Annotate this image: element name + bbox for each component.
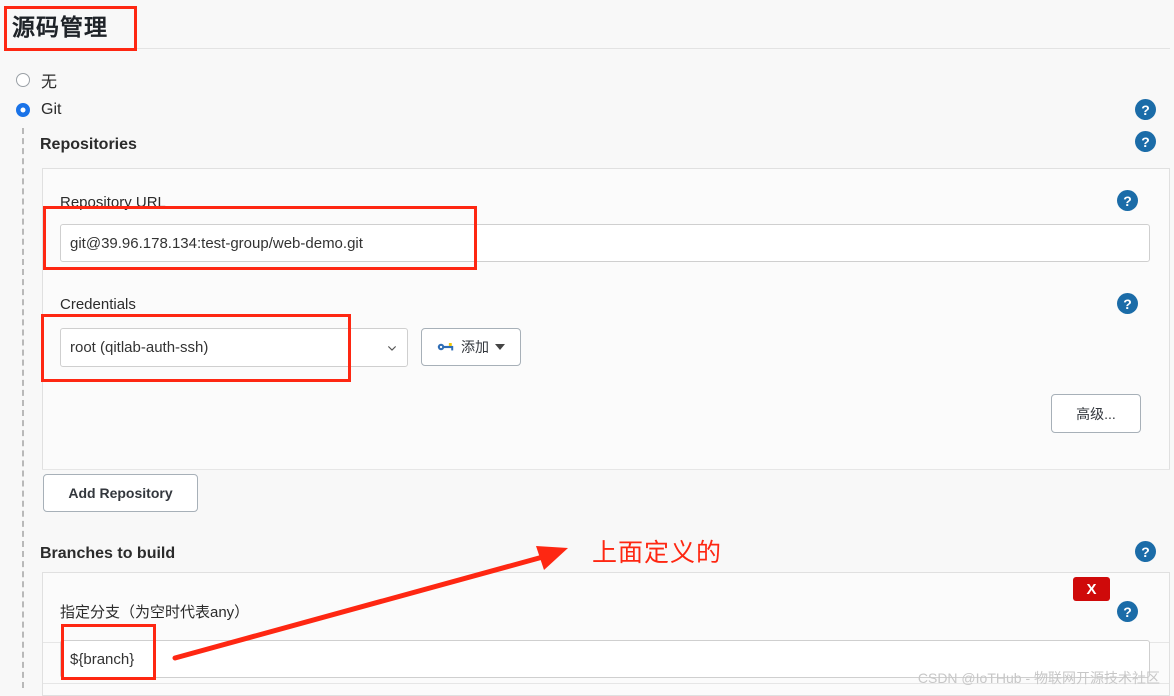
- help-icon-branches-to-build[interactable]: ?: [1135, 541, 1156, 562]
- add-repository-button[interactable]: Add Repository: [43, 474, 198, 512]
- help-icon-branch-spec[interactable]: ?: [1117, 601, 1138, 622]
- key-icon: [437, 343, 454, 351]
- watermark: CSDN @IoTHub - 物联网开源技术社区: [917, 670, 1160, 686]
- repository-panel-footer-divider: [42, 469, 1170, 470]
- help-icon-repositories[interactable]: ?: [1135, 131, 1156, 152]
- advanced-button[interactable]: 高级...: [1051, 394, 1141, 433]
- scm-option-git-label: Git: [41, 101, 62, 118]
- caret-down-icon: [495, 344, 505, 350]
- add-credentials-button[interactable]: 添加: [421, 328, 521, 366]
- scm-option-git[interactable]: Git: [16, 101, 61, 119]
- chevron-down-icon: [388, 345, 396, 351]
- branch-spec-label: 指定分支（为空时代表any）: [60, 604, 250, 621]
- scm-option-none-label: 无: [41, 74, 58, 91]
- radio-none-mark[interactable]: [16, 73, 30, 87]
- credentials-select[interactable]: root (qitlab-auth-ssh): [60, 328, 408, 367]
- scm-option-none[interactable]: 无: [16, 68, 57, 92]
- repositories-label: Repositories: [40, 136, 137, 153]
- repository-panel: [42, 168, 1170, 470]
- help-icon-repository-url[interactable]: ?: [1117, 190, 1138, 211]
- nesting-guide-line: [22, 128, 24, 688]
- credentials-label: Credentials: [60, 296, 136, 313]
- annotation-note-text: 上面定义的: [592, 539, 723, 567]
- add-credentials-label: 添加: [461, 339, 489, 355]
- delete-branch-button[interactable]: X: [1073, 577, 1110, 601]
- title-divider: [10, 48, 1170, 49]
- page-title: 源码管理: [12, 14, 108, 40]
- radio-git-mark[interactable]: [16, 103, 30, 117]
- credentials-select-value: root (qitlab-auth-ssh): [70, 339, 209, 356]
- repository-url-label: Repository URL: [60, 194, 166, 211]
- branches-to-build-label: Branches to build: [40, 545, 176, 562]
- help-icon-git[interactable]: ?: [1135, 99, 1156, 120]
- repository-url-input[interactable]: git@39.96.178.134:test-group/web-demo.gi…: [60, 224, 1150, 262]
- help-icon-credentials[interactable]: ?: [1117, 293, 1138, 314]
